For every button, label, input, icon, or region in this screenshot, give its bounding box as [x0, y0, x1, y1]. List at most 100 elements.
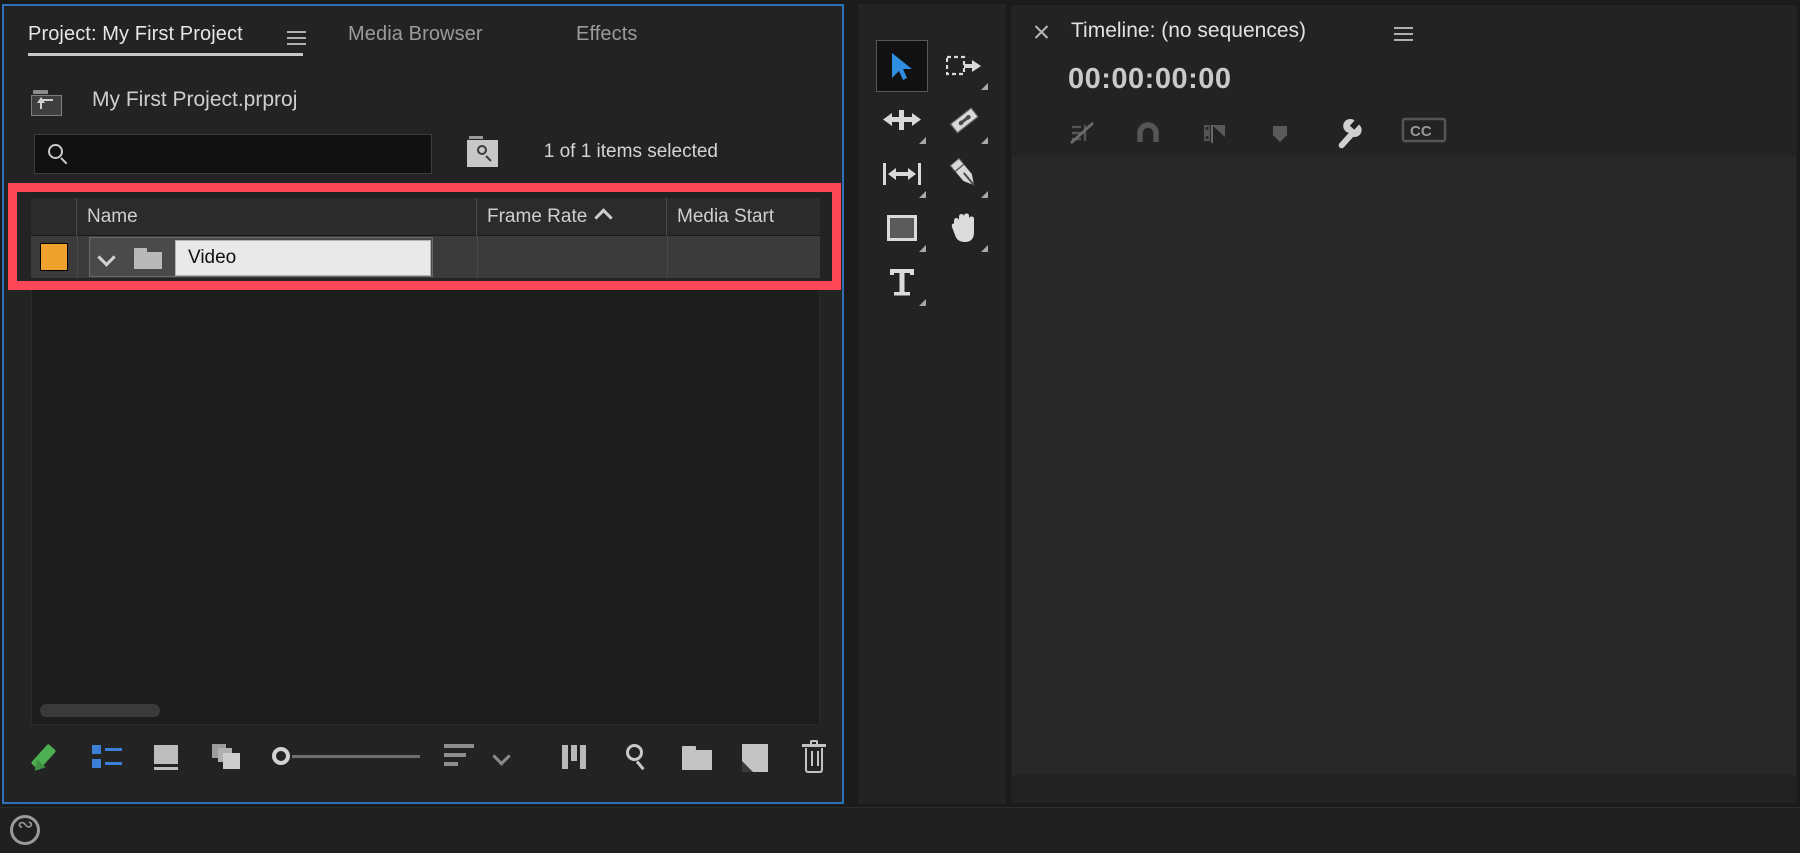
timeline-header: Timeline: (no sequences): [1011, 5, 1797, 53]
marker-icon[interactable]: [1262, 115, 1298, 151]
timeline-title: Timeline: (no sequences): [1071, 19, 1306, 43]
razor-blade-glyph: [948, 104, 980, 136]
folder-icon: [134, 248, 162, 269]
label-color-chip[interactable]: [40, 243, 68, 271]
freeform-view-icon[interactable]: [212, 744, 242, 770]
flyout-corner-icon: [981, 191, 988, 198]
zoom-slider[interactable]: [272, 745, 422, 769]
search-input-wrapper[interactable]: [34, 134, 432, 174]
type-T-glyph: [888, 267, 916, 297]
icon-view-icon[interactable]: [154, 745, 178, 771]
tab-project[interactable]: Project: My First Project: [28, 23, 243, 46]
bin-content-area[interactable]: [31, 287, 820, 725]
rectangle-glyph: [887, 215, 917, 241]
timeline-canvas[interactable]: [1012, 155, 1796, 775]
cell-divider: [477, 236, 478, 278]
premiere-pro-window: Project: My First Project Media Browser …: [0, 0, 1800, 853]
search-row: 1 of 1 items selected: [4, 134, 842, 176]
captions-icon[interactable]: CC: [1401, 115, 1447, 151]
caret-up-icon: [597, 211, 611, 220]
status-bar: [0, 807, 1800, 853]
tab-media-browser[interactable]: Media Browser: [348, 23, 483, 46]
wrench-glyph: [1328, 115, 1364, 151]
svg-text:CC: CC: [1410, 123, 1432, 140]
closed-captions-glyph: CC: [1401, 115, 1447, 145]
column-header-frame-rate-label: Frame Rate: [487, 206, 587, 227]
table-header-row: Name Frame Rate Media Start: [31, 198, 820, 236]
pen-tool-icon[interactable]: [938, 148, 990, 200]
flyout-corner-icon: [919, 299, 926, 306]
slip-tool-icon[interactable]: [876, 148, 928, 200]
pencil-icon[interactable]: [32, 742, 62, 772]
magnet-glyph: [1130, 115, 1166, 151]
chevron-down-icon[interactable]: [100, 251, 116, 260]
navigate-up-icon[interactable]: [31, 90, 62, 116]
column-header-frame-rate[interactable]: Frame Rate: [477, 198, 667, 236]
ripple-edit-tool-icon[interactable]: [876, 94, 928, 146]
horizontal-scrollbar[interactable]: [40, 704, 160, 717]
sort-icon[interactable]: [444, 744, 474, 770]
table-row[interactable]: [31, 236, 820, 278]
list-view-icon[interactable]: [92, 745, 122, 769]
snap-icon[interactable]: [1130, 115, 1166, 151]
column-header-color[interactable]: [31, 198, 77, 236]
flyout-corner-icon: [981, 83, 988, 90]
hamburger-icon[interactable]: [287, 31, 306, 45]
linked-selection-glyph: [1064, 115, 1100, 151]
flyout-corner-icon: [981, 137, 988, 144]
markers-sync-icon[interactable]: [1196, 115, 1232, 151]
bin-name-input[interactable]: [175, 240, 431, 276]
hand-tool-icon[interactable]: [938, 202, 990, 254]
tab-effects[interactable]: Effects: [576, 23, 637, 46]
type-tool-icon[interactable]: [876, 256, 928, 308]
name-cell[interactable]: [89, 237, 433, 277]
flyout-corner-icon: [919, 245, 926, 252]
wrench-icon[interactable]: [1328, 115, 1364, 151]
project-bottom-toolbar: [4, 724, 842, 802]
timeline-tool-row: CC: [1011, 115, 1797, 159]
hamburger-icon[interactable]: [1394, 27, 1413, 41]
new-bin-icon[interactable]: [682, 746, 712, 770]
column-header-media-start[interactable]: Media Start: [667, 198, 820, 236]
cell-divider: [77, 236, 78, 278]
pen-nib-glyph: [948, 158, 980, 190]
tools-panel: [858, 4, 1006, 804]
search-input[interactable]: [77, 135, 425, 173]
trash-icon[interactable]: [802, 744, 826, 773]
column-header-name[interactable]: Name: [77, 198, 477, 236]
timeline-display-glyph: [1196, 115, 1232, 151]
bin-table: Name Frame Rate Media Start: [31, 198, 820, 287]
flyout-corner-icon: [919, 191, 926, 198]
selection-tool-icon[interactable]: [876, 40, 928, 92]
new-item-icon[interactable]: [742, 744, 768, 772]
slip-glyph: [882, 162, 922, 186]
track-select-forward-tool-icon[interactable]: [938, 40, 990, 92]
chevron-down-icon[interactable]: [492, 750, 512, 762]
linked-selection-icon[interactable]: [1064, 115, 1100, 151]
find-icon[interactable]: [467, 136, 498, 167]
active-tab-underline: [28, 53, 303, 56]
flyout-corner-icon: [981, 245, 988, 252]
rectangle-tool-icon[interactable]: [876, 202, 928, 254]
close-icon[interactable]: [1033, 23, 1050, 40]
ripple-edit-glyph: [883, 109, 921, 131]
cell-divider: [667, 236, 668, 278]
breadcrumb: My First Project.prproj: [4, 84, 842, 124]
selection-status: 1 of 1 items selected: [544, 141, 718, 163]
project-panel: Project: My First Project Media Browser …: [2, 4, 844, 804]
hand-glyph: [949, 213, 979, 243]
search-icon: [48, 144, 63, 159]
columns-icon[interactable]: [562, 745, 590, 769]
project-file-name: My First Project.prproj: [92, 88, 297, 112]
timeline-panel: Timeline: (no sequences) 00:00:00:00: [1010, 4, 1798, 804]
project-panel-tabbar: Project: My First Project Media Browser …: [4, 6, 842, 58]
marker-glyph: [1262, 115, 1298, 151]
creative-cloud-icon[interactable]: [10, 815, 40, 845]
timeline-timecode[interactable]: 00:00:00:00: [1068, 63, 1232, 96]
find-icon[interactable]: [624, 744, 650, 772]
timeline-bottom-bar: [1012, 775, 1796, 803]
flyout-corner-icon: [919, 137, 926, 144]
cursor-arrow-glyph: [889, 51, 915, 81]
track-select-glyph: [946, 54, 982, 78]
razor-tool-icon[interactable]: [938, 94, 990, 146]
